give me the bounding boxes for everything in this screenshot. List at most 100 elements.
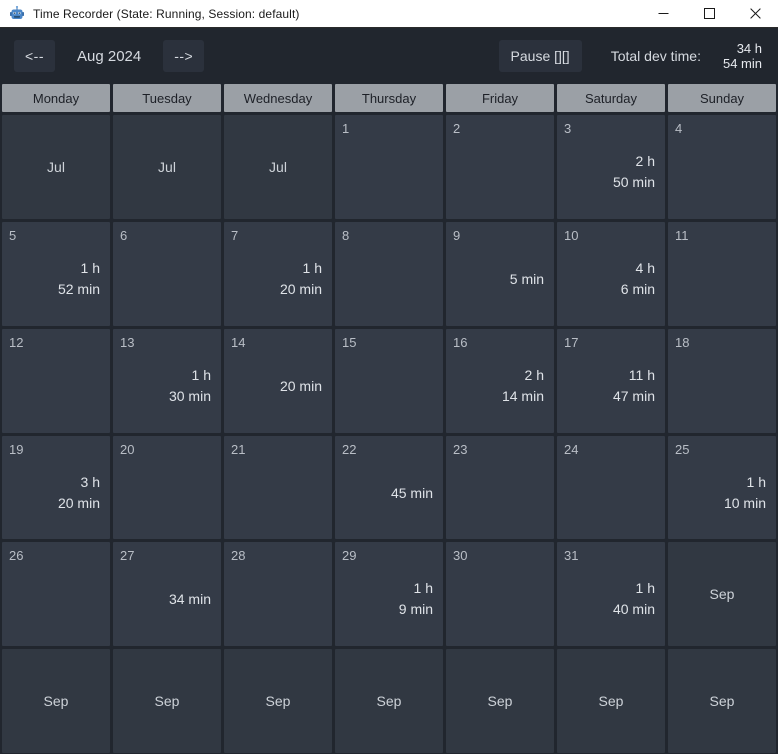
day-number: 17 [564, 334, 579, 350]
calendar-cell-other-month[interactable]: Sep [668, 649, 776, 753]
calendar-day-cell[interactable]: 1 [335, 115, 443, 219]
calendar-day-cell[interactable]: 27 34 min [113, 542, 221, 647]
day-of-week-header: Wednesday [224, 84, 332, 112]
pause-button[interactable]: Pause [][] [498, 40, 582, 72]
maximize-button[interactable] [686, 0, 732, 27]
calendar-week-row: 12 13 1 h 30 min 14 20 min 15 16 2 h 14 min 17 11 h… [2, 328, 776, 433]
calendar-day-cell[interactable]: 4 [668, 115, 776, 219]
calendar-day-cell[interactable]: 20 [113, 435, 221, 540]
calendar-week-row: Jul Jul Jul 1 2 3 2 h 50 min 4 [2, 115, 776, 219]
day-duration: 34 min [169, 589, 211, 610]
day-duration: 1 h 40 min [613, 578, 655, 620]
day-duration-minutes: 47 min [612, 387, 655, 404]
other-month-label: Sep [709, 586, 735, 603]
calendar-day-cell[interactable]: 8 [335, 221, 443, 326]
day-number: 10 [564, 227, 579, 243]
day-duration-hours: 4 h [635, 259, 655, 276]
calendar-day-cell[interactable]: 23 [446, 435, 554, 540]
time-recorder-window: Time Recorder (State: Running, Session: … [0, 0, 778, 754]
calendar-week-row: 26 27 34 min 28 29 1 h 9 min 30 31 1 h 40 min Sep [2, 542, 776, 647]
day-duration: 1 h 20 min [280, 258, 322, 300]
calendar-cell-other-month[interactable]: Sep [668, 542, 776, 647]
calendar-cell-other-month[interactable]: Sep [2, 649, 110, 753]
calendar-day-cell[interactable]: 28 [224, 542, 332, 647]
calendar-day-cell[interactable]: 13 1 h 30 min [113, 328, 221, 433]
previous-month-button[interactable]: <-- [14, 40, 55, 72]
calendar-day-cell[interactable]: 7 1 h 20 min [224, 221, 332, 326]
calendar-week-row: Sep Sep Sep Sep Sep Sep Sep [2, 649, 776, 753]
calendar-cell-other-month[interactable]: Jul [113, 115, 221, 219]
calendar-day-cell[interactable]: 6 [113, 221, 221, 326]
calendar: Monday Tuesday Wednesday Thursday Friday Satu… [0, 84, 778, 754]
close-button[interactable] [732, 0, 778, 27]
day-duration: 2 h 50 min [613, 151, 655, 193]
calendar-day-cell[interactable]: 15 [335, 328, 443, 433]
day-duration: 4 h 6 min [621, 258, 655, 300]
calendar-day-cell[interactable]: 18 [668, 328, 776, 433]
calendar-cell-other-month[interactable]: Jul [224, 115, 332, 219]
minimize-button[interactable] [640, 0, 686, 27]
other-month-label: Jul [158, 158, 176, 175]
day-duration-minutes: 20 min [57, 494, 100, 511]
calendar-day-cell[interactable]: 30 [446, 542, 554, 647]
day-duration: 45 min [391, 483, 433, 504]
calendar-day-cell[interactable]: 12 [2, 328, 110, 433]
calendar-cell-other-month[interactable]: Jul [2, 115, 110, 219]
calendar-day-cell[interactable]: 31 1 h 40 min [557, 542, 665, 647]
day-number: 11 [675, 227, 689, 243]
calendar-cell-other-month[interactable]: Sep [335, 649, 443, 753]
day-number: 13 [120, 334, 135, 350]
day-duration: 3 h 20 min [58, 472, 100, 514]
calendar-day-cell[interactable]: 25 1 h 10 min [668, 435, 776, 540]
other-month-label: Sep [376, 693, 402, 710]
day-number: 12 [9, 334, 24, 350]
day-duration-hours: 3 h [80, 473, 100, 490]
calendar-day-cell[interactable]: 14 20 min [224, 328, 332, 433]
calendar-day-cell[interactable]: 11 [668, 221, 776, 326]
day-duration: 2 h 14 min [502, 365, 544, 407]
day-number: 19 [9, 441, 24, 457]
calendar-day-cell[interactable]: 16 2 h 14 min [446, 328, 554, 433]
calendar-day-cell[interactable]: 5 1 h 52 min [2, 221, 110, 326]
total-dev-time-hours: 34 h [736, 41, 762, 56]
day-number: 4 [675, 121, 683, 136]
day-number: 14 [231, 334, 246, 350]
calendar-week-row: 19 3 h 20 min 20 21 22 45 min 23 24 25 1 h 10 min [2, 435, 776, 540]
calendar-day-cell[interactable]: 17 11 h 47 min [557, 328, 665, 433]
day-number: 8 [342, 227, 350, 243]
calendar-day-cell[interactable]: 10 4 h 6 min [557, 221, 665, 326]
calendar-day-cell[interactable]: 3 2 h 50 min [557, 115, 665, 219]
day-duration-minutes: 9 min [398, 601, 433, 618]
calendar-day-cell[interactable]: 22 45 min [335, 435, 443, 540]
day-duration-minutes: 20 min [279, 280, 322, 297]
other-month-label: Sep [265, 693, 291, 710]
day-duration-minutes: 20 min [279, 377, 322, 394]
day-number: 18 [675, 334, 690, 350]
next-month-button[interactable]: --> [163, 40, 205, 72]
day-of-week-header: Friday [446, 84, 554, 112]
day-of-week-header: Thursday [335, 84, 443, 112]
day-duration-hours: 1 h [635, 580, 655, 597]
calendar-cell-other-month[interactable]: Sep [557, 649, 665, 753]
day-duration-minutes: 30 min [168, 387, 211, 404]
day-duration-minutes: 40 min [612, 601, 655, 618]
day-duration: 20 min [280, 376, 322, 397]
calendar-cell-other-month[interactable]: Sep [446, 649, 554, 753]
total-dev-time-value: 34 h 54 min [723, 41, 762, 71]
calendar-day-cell[interactable]: 21 [224, 435, 332, 540]
calendar-day-cell[interactable]: 26 [2, 542, 110, 647]
day-duration-hours: 1 h [746, 473, 766, 490]
calendar-day-cell[interactable]: 29 1 h 9 min [335, 542, 443, 647]
calendar-day-cell[interactable]: 24 [557, 435, 665, 540]
day-number: 25 [675, 441, 690, 457]
calendar-day-cell[interactable]: 19 3 h 20 min [2, 435, 110, 540]
day-number: 15 [342, 334, 357, 350]
day-number: 22 [342, 441, 357, 457]
calendar-cell-other-month[interactable]: Sep [224, 649, 332, 753]
calendar-day-cell[interactable]: 9 5 min [446, 221, 554, 326]
calendar-day-cell[interactable]: 2 [446, 115, 554, 219]
calendar-cell-other-month[interactable]: Sep [113, 649, 221, 753]
day-number: 1 [342, 121, 350, 136]
window-controls [640, 0, 778, 27]
titlebar: Time Recorder (State: Running, Session: … [0, 0, 778, 28]
